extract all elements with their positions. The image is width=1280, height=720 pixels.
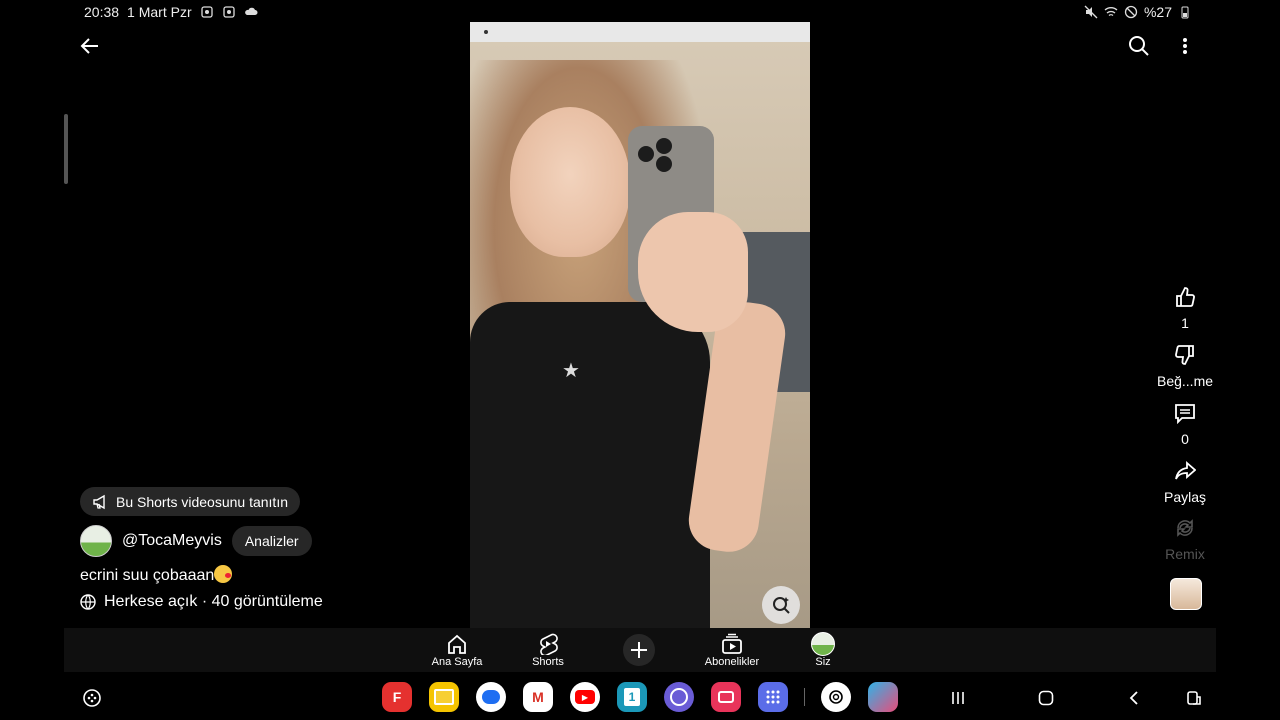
apps-grid-icon[interactable] <box>758 682 788 712</box>
recent-apps-button[interactable] <box>946 686 970 710</box>
remix-label: Remix <box>1165 546 1205 562</box>
channel-row: @TocaMeyvis Analizler <box>80 525 312 557</box>
remix-icon <box>1177 519 1193 537</box>
comment-count: 0 <box>1181 431 1189 447</box>
share-button[interactable]: Paylaş <box>1145 458 1225 505</box>
channel-name[interactable]: @TocaMeyvis <box>122 532 222 550</box>
shorts-icon <box>540 633 558 655</box>
bottom-navigation: Ana Sayfa Shorts Abonelikler Siz <box>64 628 1216 672</box>
dock-divider <box>804 688 805 706</box>
status-bar: 20:38 1 Mart Pzr %27 <box>0 0 1280 24</box>
channel-avatar[interactable] <box>80 525 112 557</box>
share-icon <box>1175 461 1196 480</box>
status-date: 1 Mart Pzr <box>127 4 192 20</box>
lens-search-button[interactable] <box>762 586 800 624</box>
nav-you-label: Siz <box>815 656 831 668</box>
like-button[interactable]: 1 <box>1145 284 1225 331</box>
analytics-button[interactable]: Analizler <box>231 526 312 556</box>
promote-label: Bu Shorts videosunu tanıtın <box>116 493 288 510</box>
visibility-row: Herkese açık · 40 görüntüleme <box>80 593 323 611</box>
megaphone-icon <box>93 494 105 509</box>
video-caption: ecrini suu çobaaan <box>80 565 233 585</box>
nav-you[interactable]: Siz <box>778 632 868 668</box>
analytics-label: Analizler <box>244 533 299 549</box>
promote-short-button[interactable]: Bu Shorts videosunu tanıtın <box>80 487 300 516</box>
home-circle-icon <box>1038 690 1054 706</box>
grid-icon <box>766 690 780 704</box>
home-icon <box>448 634 466 654</box>
video-face <box>510 107 630 257</box>
chevron-left-icon <box>1129 691 1138 705</box>
dislike-label: Beğ...me <box>1156 373 1214 389</box>
nav-shorts-label: Shorts <box>532 656 564 668</box>
more-vertical-icon <box>1183 38 1187 54</box>
star-pendant: ★ <box>562 360 580 382</box>
recents-icon <box>952 692 964 704</box>
taskbar: F M ▶ 1 <box>64 672 1216 720</box>
video-hand <box>638 212 748 332</box>
comments-button[interactable]: 0 <box>1145 400 1225 447</box>
internet-app-icon[interactable] <box>664 682 694 712</box>
camera-app-icon[interactable] <box>711 682 741 712</box>
video-body <box>470 302 710 628</box>
game-app-icon[interactable] <box>868 682 898 712</box>
gamepad-icon <box>83 689 101 707</box>
share-label: Paylaş <box>1163 489 1207 505</box>
search-icon <box>1129 36 1149 56</box>
rotate-icon <box>1187 691 1201 705</box>
side-panel-handle[interactable] <box>64 114 68 184</box>
calendar-app-icon[interactable]: 1 <box>617 682 647 712</box>
screenshot-icon-2 <box>222 6 235 18</box>
more-options-button[interactable] <box>1173 34 1197 58</box>
dislike-button[interactable]: Beğ...me <box>1145 342 1225 389</box>
sound-avatar[interactable] <box>1170 578 1202 610</box>
nav-home[interactable]: Ana Sayfa <box>412 632 502 668</box>
files-app-icon[interactable] <box>429 682 459 712</box>
thumbs-down-icon <box>1175 345 1194 365</box>
remix-button[interactable]: Remix <box>1145 515 1225 562</box>
youtube-app-icon[interactable]: ▶ <box>570 682 600 712</box>
rotate-screen-button[interactable] <box>1182 686 1206 710</box>
plus-icon <box>631 642 647 658</box>
like-count: 1 <box>1181 315 1189 331</box>
dnd-icon <box>1124 5 1138 19</box>
subscriptions-icon <box>722 633 742 654</box>
battery-icon <box>1181 6 1189 19</box>
nav-home-label: Ana Sayfa <box>431 656 483 668</box>
video-top-strip <box>470 22 810 42</box>
messages-app-icon[interactable] <box>476 682 506 712</box>
battery-percent: %27 <box>1143 4 1172 20</box>
caption-text: ecrini suu çobaaan <box>80 567 215 584</box>
thumbs-up-icon <box>1176 287 1195 307</box>
visibility-text: Herkese açık · 40 görüntüleme <box>104 593 323 610</box>
flipboard-app-icon[interactable]: F <box>382 682 412 712</box>
mute-icon <box>1084 5 1098 19</box>
cloud-icon <box>244 7 258 15</box>
profile-icon <box>811 632 835 656</box>
short-video-player[interactable]: ★ <box>470 22 810 628</box>
system-back-button[interactable] <box>1122 686 1146 710</box>
back-button[interactable] <box>78 34 102 58</box>
status-time: 20:38 <box>84 4 120 20</box>
nav-subscriptions[interactable]: Abonelikler <box>687 632 777 668</box>
kiss-emoji-icon <box>214 565 233 583</box>
nav-subscriptions-label: Abonelikler <box>704 656 760 668</box>
lens-icon <box>773 597 790 614</box>
gmail-app-icon[interactable]: M <box>523 682 553 712</box>
globe-icon <box>80 594 96 610</box>
chatgpt-app-icon[interactable] <box>821 682 851 712</box>
search-button[interactable] <box>1127 34 1151 58</box>
arrow-left-icon <box>80 38 98 54</box>
game-launcher-button[interactable] <box>80 686 104 710</box>
home-button[interactable] <box>1034 686 1058 710</box>
chatgpt-icon <box>829 690 843 704</box>
screenshot-icon <box>200 6 213 18</box>
comment-icon <box>1175 404 1195 424</box>
wifi-icon <box>1104 7 1118 17</box>
nav-shorts[interactable]: Shorts <box>503 632 593 668</box>
create-button[interactable] <box>623 634 655 666</box>
